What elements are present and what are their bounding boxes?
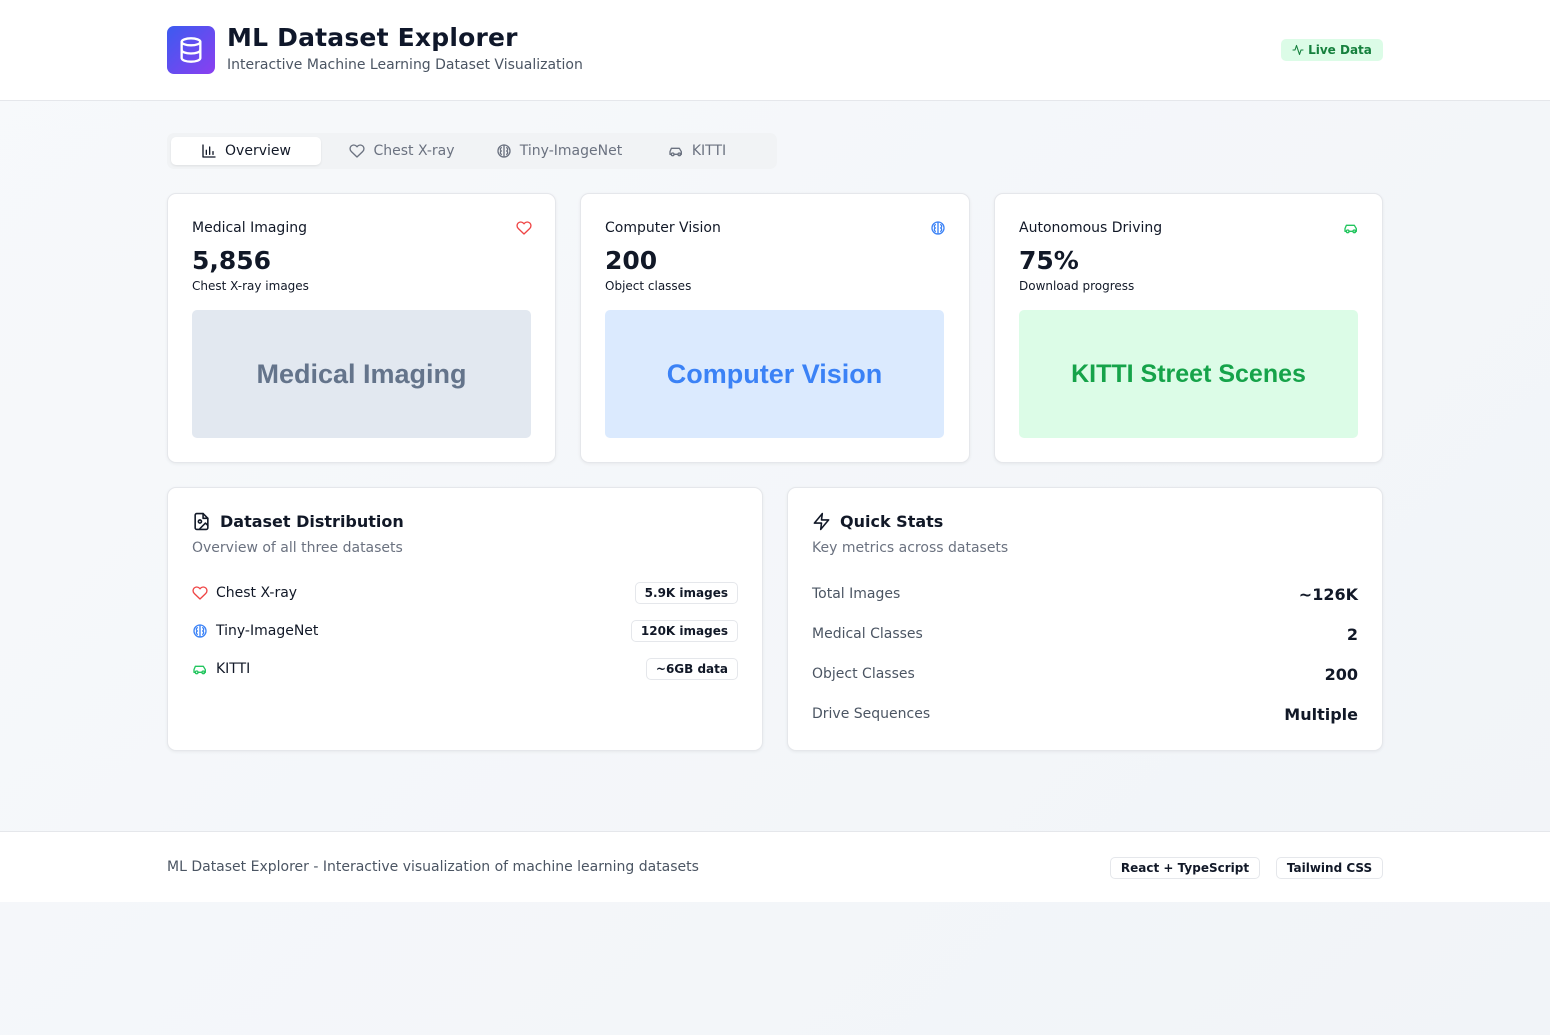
live-data-label: Live Data: [1308, 43, 1372, 57]
app-logo: [167, 26, 215, 74]
quick-stat-key: Total Images: [812, 586, 901, 602]
lightning-icon: [812, 512, 831, 531]
distribution-badge: ~6GB data: [645, 658, 738, 680]
tab-kitti[interactable]: KITTI: [647, 137, 747, 165]
footer-text: ML Dataset Explorer - Interactive visual…: [167, 859, 699, 875]
bar-chart-icon: [201, 143, 217, 159]
card-label: Medical Imaging: [192, 220, 307, 236]
tab-label: Tiny-ImageNet: [519, 143, 623, 159]
panel-title: Dataset Distribution: [192, 512, 404, 531]
autonomous-driving-card: Autonomous Driving 75% Download progress…: [994, 193, 1383, 463]
activity-icon: [1292, 44, 1304, 56]
card-caption: Chest X-ray images: [192, 279, 309, 293]
car-icon: [192, 661, 208, 677]
distribution-badge: 5.9K images: [634, 582, 738, 604]
dataset-distribution-panel: Dataset Distribution Overview of all thr…: [167, 487, 763, 751]
panel-subtitle: Key metrics across datasets: [812, 540, 1009, 556]
dataset-tabs: Overview Chest X-ray Tiny-ImageNet KITTI: [167, 133, 777, 169]
quick-stat-total-images: Total Images ~126K: [812, 582, 1358, 606]
brain-icon: [496, 143, 512, 159]
app-header: ML Dataset Explorer Interactive Machine …: [0, 0, 1550, 101]
tech-badge-react: React + TypeScript: [1110, 857, 1260, 879]
quick-stat-key: Medical Classes: [812, 626, 923, 642]
app-title: ML Dataset Explorer: [227, 23, 518, 52]
medical-imaging-card: Medical Imaging 5,856 Chest X-ray images…: [167, 193, 556, 463]
tab-label: KITTI: [691, 143, 727, 159]
tab-label: Chest X-ray: [373, 143, 455, 159]
tech-badge-tailwind: Tailwind CSS: [1276, 857, 1383, 879]
car-icon: [1343, 220, 1359, 236]
heart-icon: [349, 143, 366, 159]
brain-icon: [192, 623, 208, 639]
quick-stat-drive-sequences: Drive Sequences Multiple: [812, 702, 1358, 726]
quick-stat-medical-classes: Medical Classes 2: [812, 622, 1358, 646]
tab-label: Overview: [225, 143, 291, 159]
heart-icon: [516, 220, 532, 236]
quick-stat-value: Multiple: [1284, 704, 1358, 724]
app-footer: ML Dataset Explorer - Interactive visual…: [0, 831, 1550, 902]
card-banner-image: Medical Imaging: [192, 310, 531, 438]
quick-stat-value: 2: [1346, 624, 1358, 644]
card-caption: Download progress: [1019, 279, 1135, 293]
quick-stat-value: ~126K: [1298, 584, 1358, 604]
card-value: 75%: [1019, 246, 1079, 275]
brain-icon: [930, 220, 946, 236]
card-banner-image: KITTI Street Scenes: [1019, 310, 1358, 438]
distribution-row-tiny-imagenet: Tiny-ImageNet 120K images: [192, 619, 738, 643]
card-value: 200: [605, 246, 658, 275]
heart-icon: [192, 585, 208, 601]
quick-stat-value: 200: [1324, 664, 1358, 684]
app-subtitle: Interactive Machine Learning Dataset Vis…: [227, 57, 583, 73]
quick-stat-object-classes: Object Classes 200: [812, 662, 1358, 686]
card-banner-image: Computer Vision: [605, 310, 944, 438]
distribution-name: Chest X-ray: [216, 585, 298, 601]
card-value: 5,856: [192, 246, 272, 275]
tab-tiny-imagenet[interactable]: Tiny-ImageNet: [477, 137, 641, 165]
card-caption: Object classes: [605, 279, 692, 293]
panel-title: Quick Stats: [812, 512, 943, 531]
distribution-badge: 120K images: [630, 620, 738, 642]
card-label: Computer Vision: [605, 220, 721, 236]
quick-stat-key: Object Classes: [812, 666, 915, 682]
quick-stats-panel: Quick Stats Key metrics across datasets …: [787, 487, 1383, 751]
file-image-icon: [192, 512, 211, 531]
card-label: Autonomous Driving: [1019, 220, 1163, 236]
live-data-badge: Live Data: [1281, 39, 1383, 61]
quick-stat-key: Drive Sequences: [812, 706, 931, 722]
tab-chest-xray[interactable]: Chest X-ray: [327, 137, 477, 165]
car-icon: [668, 143, 684, 159]
database-icon: [177, 36, 205, 64]
distribution-name: KITTI: [216, 661, 251, 677]
computer-vision-card: Computer Vision 200 Object classes Compu…: [580, 193, 970, 463]
distribution-row-kitti: KITTI ~6GB data: [192, 657, 738, 681]
distribution-name: Tiny-ImageNet: [216, 623, 319, 639]
tab-overview[interactable]: Overview: [171, 137, 321, 165]
panel-subtitle: Overview of all three datasets: [192, 540, 403, 556]
distribution-row-chest-xray: Chest X-ray 5.9K images: [192, 581, 738, 605]
